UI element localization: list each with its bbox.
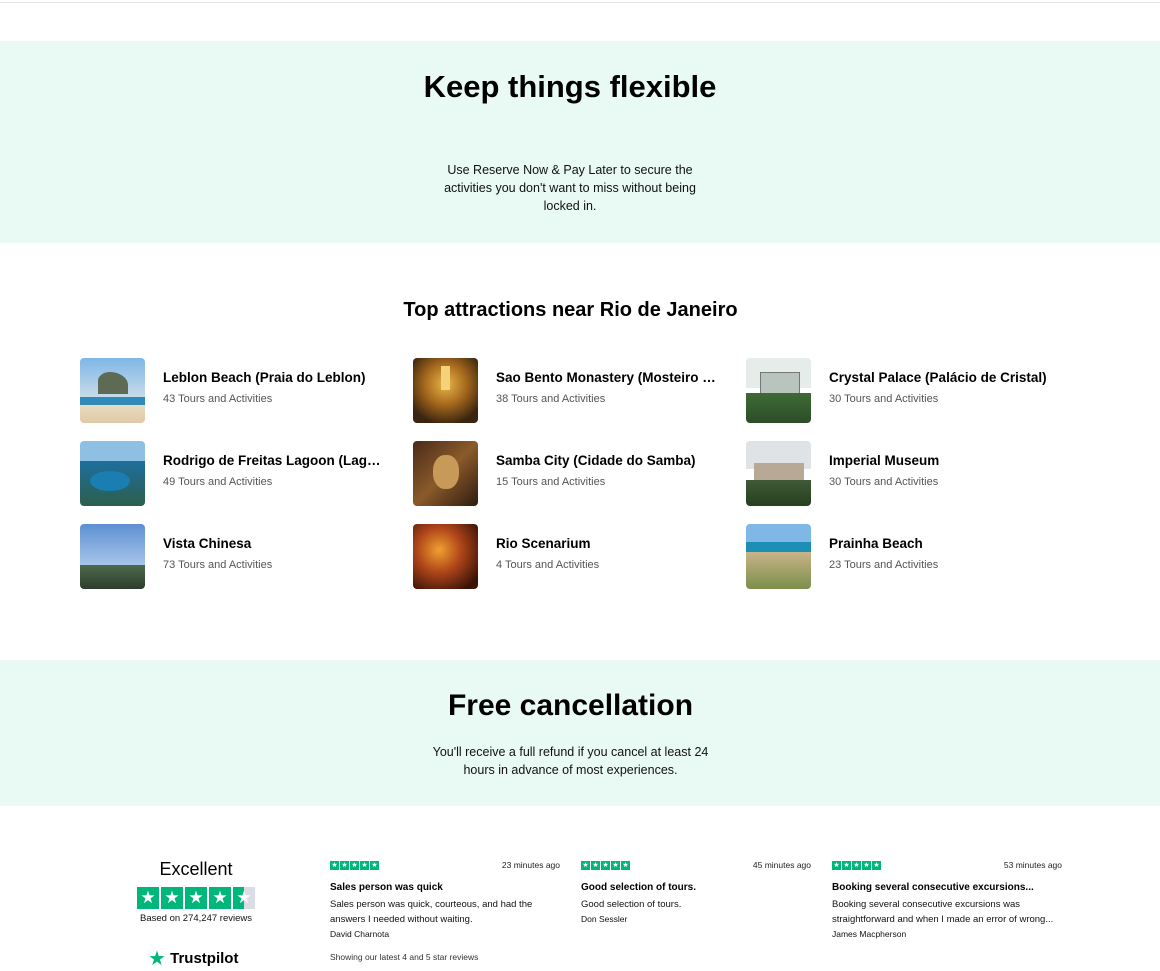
review-time: 23 minutes ago (501, 860, 560, 870)
star-icon: ★ (370, 860, 379, 870)
attraction-photo (746, 440, 811, 506)
attraction-samba-city[interactable]: Samba City (Cidade do Samba) 15 Tours an… (413, 440, 733, 506)
star-icon: ★ (161, 887, 183, 909)
attraction-count: 23 Tours and Activities (829, 558, 939, 571)
star-icon: ★ (872, 860, 881, 870)
star-icon: ★ (137, 887, 159, 909)
review-author: Don Sessler (581, 914, 628, 924)
attraction-name: Rio Scenarium (496, 535, 591, 551)
attraction-name: Crystal Palace (Palácio de Cristal) (829, 369, 1047, 385)
attraction-photo (80, 357, 145, 423)
star-icon: ★ (862, 860, 871, 870)
review-body: Booking several consecutive excursions w… (832, 899, 1054, 925)
free-cancellation-banner (0, 660, 1160, 806)
trustpilot-star-icon: ★ (148, 948, 166, 970)
trustpilot-logo[interactable]: ★ Trustpilot (148, 946, 238, 971)
star-icon: ★ (330, 860, 339, 870)
review-time: 45 minutes ago (752, 860, 811, 870)
attraction-rodrigo-de-freitas-lagoon[interactable]: Rodrigo de Freitas Lagoon (Lagoa Rodrigo… (80, 440, 400, 506)
flexible-title: Keep things flexible (423, 69, 717, 104)
review-author: David Charnota (330, 929, 390, 939)
attraction-photo (413, 357, 478, 423)
half-star-icon: ★ (233, 887, 255, 909)
attraction-vista-chinesa[interactable]: Vista Chinesa 73 Tours and Activities (80, 523, 400, 589)
attraction-crystal-palace[interactable]: Crystal Palace (Palácio de Cristal) 30 T… (746, 357, 1066, 423)
review-body: Good selection of tours. (581, 899, 682, 910)
attraction-rio-scenarium[interactable]: Rio Scenarium 4 Tours and Activities (413, 523, 733, 589)
attraction-photo (80, 523, 145, 589)
free-cancellation-title: Free cancellation (447, 689, 694, 722)
attraction-photo (413, 440, 478, 506)
trustpilot-logo-text: Trustpilot (170, 950, 239, 967)
attraction-photo (413, 523, 478, 589)
review-time: 53 minutes ago (1003, 860, 1062, 870)
star-icon: ★ (832, 860, 841, 870)
attraction-count: 4 Tours and Activities (496, 558, 600, 571)
attraction-name: Samba City (Cidade do Samba) (496, 452, 696, 468)
attraction-photo (80, 440, 145, 506)
star-icon: ★ (621, 860, 630, 870)
attraction-prainha-beach[interactable]: Prainha Beach 23 Tours and Activities (746, 523, 1066, 589)
star-icon: ★ (591, 860, 600, 870)
review-count: Based on 274,247 reviews (140, 913, 252, 924)
attraction-count: 43 Tours and Activities (163, 392, 273, 405)
review-card[interactable]: ★ ★ ★ ★ ★ 53 minutes ago Booking several con… (832, 860, 1062, 939)
attraction-name: Imperial Museum (829, 452, 940, 468)
attraction-count: 49 Tours and Activities (163, 475, 273, 488)
trustpilot-summary[interactable]: Excellent ★ ★ ★ ★ ★ Based on 274,247 rev… (130, 858, 262, 924)
star-icon: ★ (581, 860, 590, 870)
review-stars: ★ ★ ★ ★ ★ (330, 860, 379, 870)
attractions-heading: Top attractions near Rio de Janeiro (403, 299, 738, 321)
rating-word: Excellent (159, 859, 233, 879)
review-stars: ★ ★ ★ ★ ★ (832, 860, 881, 870)
attraction-count: 38 Tours and Activities (496, 392, 606, 405)
attraction-photo (746, 523, 811, 589)
reviews-footnote: Showing our latest 4 and 5 star reviews (330, 952, 479, 962)
star-icon: ★ (611, 860, 620, 870)
flexible-description: Use Reserve Now & Pay Later to secure th… (444, 163, 696, 213)
star-icon: ★ (360, 860, 369, 870)
star-icon: ★ (209, 887, 231, 909)
top-divider (0, 2, 1160, 3)
review-card[interactable]: ★ ★ ★ ★ ★ 45 minutes ago Good selection of t… (581, 860, 811, 924)
review-title: Good selection of tours. (581, 882, 697, 893)
review-title: Sales person was quick (330, 882, 443, 893)
attraction-photo (746, 357, 811, 423)
review-card[interactable]: ★ ★ ★ ★ ★ 23 minutes ago Sales person was qu… (330, 860, 560, 939)
free-cancellation-description: You'll receive a full refund if you canc… (432, 745, 709, 777)
star-icon: ★ (340, 860, 349, 870)
star-icon: ★ (842, 860, 851, 870)
review-author: James Macpherson (832, 929, 907, 939)
trustpilot-stars: ★ ★ ★ ★ ★ (130, 887, 262, 909)
attraction-name: Sao Bento Monastery (Mosteiro de São Ben… (496, 369, 721, 385)
attraction-name: Rodrigo de Freitas Lagoon (Lagoa Rodrigo… (163, 452, 388, 468)
star-icon: ★ (601, 860, 610, 870)
attraction-name: Vista Chinesa (163, 535, 252, 551)
attraction-count: 30 Tours and Activities (829, 392, 939, 405)
attraction-imperial-museum[interactable]: Imperial Museum 30 Tours and Activities (746, 440, 1066, 506)
attraction-count: 30 Tours and Activities (829, 475, 939, 488)
star-icon: ★ (185, 887, 207, 909)
attraction-name: Prainha Beach (829, 535, 923, 551)
star-icon: ★ (350, 860, 359, 870)
review-body: Sales person was quick, courteous, and h… (330, 899, 533, 925)
attraction-count: 15 Tours and Activities (496, 475, 606, 488)
review-stars: ★ ★ ★ ★ ★ (581, 860, 630, 870)
review-title: Booking several consecutive excursions..… (832, 882, 1034, 893)
attraction-leblon-beach[interactable]: Leblon Beach (Praia do Leblon) 43 Tours … (80, 357, 400, 423)
star-icon: ★ (852, 860, 861, 870)
attraction-count: 73 Tours and Activities (163, 558, 273, 571)
attraction-name: Leblon Beach (Praia do Leblon) (163, 369, 366, 385)
attraction-sao-bento-monastery[interactable]: Sao Bento Monastery (Mosteiro de São Ben… (413, 357, 733, 423)
